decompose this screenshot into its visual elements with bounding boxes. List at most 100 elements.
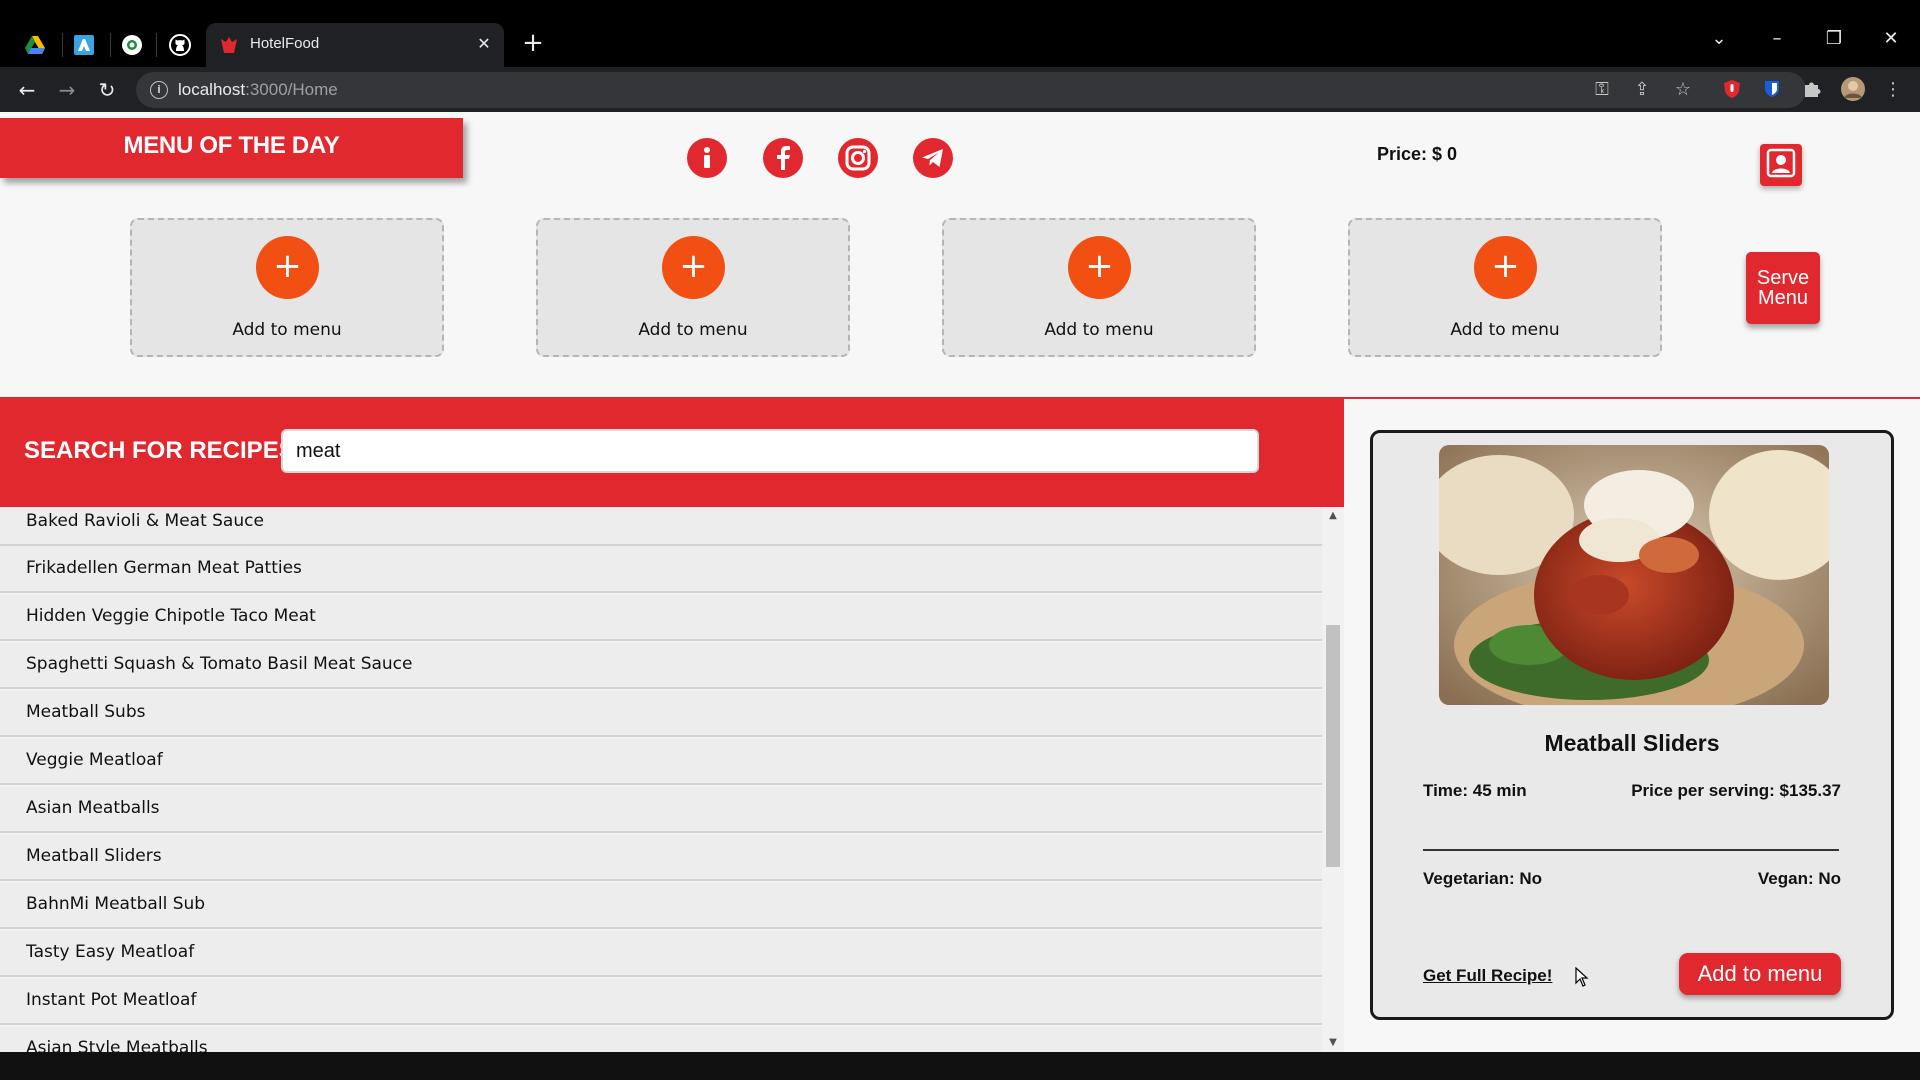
plus-icon[interactable]: + (662, 236, 725, 299)
search-label: SEARCH FOR RECIPES (24, 437, 295, 464)
list-item[interactable]: Asian Style Meatballs (0, 1026, 1322, 1052)
tab-title: HotelFood (250, 35, 320, 52)
user-icon (1766, 148, 1796, 182)
list-item-label: Instant Pot Meatloaf (26, 990, 197, 1010)
recipe-title: Meatball Sliders (1544, 730, 1720, 756)
bookmark-star-icon[interactable]: ☆ (1670, 76, 1696, 102)
list-item[interactable]: BahnMi Meatball Sub (0, 882, 1322, 929)
browser-toolbar: ← → ↻ i localhost:3000/Home ⚿ ⇪ ☆ ⋮ (0, 67, 1920, 112)
list-item-label: Asian Meatballs (26, 798, 160, 818)
list-item[interactable]: Hidden Veggie Chipotle Taco Meat (0, 594, 1322, 641)
tab-separator (110, 33, 111, 57)
recipe-vegan: Vegan: No (1757, 869, 1841, 888)
list-item-label: Hidden Veggie Chipotle Taco Meat (26, 606, 316, 626)
plus-icon[interactable]: + (256, 236, 319, 299)
tab-search-icon[interactable]: ⌄ (1704, 28, 1734, 49)
recipe-time: Time: 45 min (1423, 781, 1527, 800)
hotelfood-logo-icon (220, 36, 238, 58)
forward-icon[interactable]: → (54, 77, 80, 103)
restore-icon[interactable]: ❐ (1819, 28, 1849, 49)
url-text: localhost:3000/Home (178, 80, 338, 100)
add-to-menu-button[interactable]: Add to menu (1679, 953, 1841, 995)
list-item-label: Veggie Meatloaf (26, 750, 163, 770)
extension-shield-icon[interactable] (1719, 76, 1745, 102)
extensions-puzzle-icon[interactable] (1799, 76, 1825, 102)
tab-separator (62, 33, 63, 57)
instagram-icon[interactable] (838, 138, 878, 178)
url-path: :3000/Home (245, 80, 338, 99)
tab-hotelfood[interactable]: HotelFood ✕ (206, 23, 504, 67)
recipe-detail-card: Meatball Sliders Time: 45 min Price per … (1370, 430, 1894, 1020)
reload-icon[interactable]: ↻ (94, 77, 120, 103)
menu-slot[interactable]: + Add to menu (1348, 218, 1662, 357)
taskbar-edge (0, 1052, 1920, 1080)
list-item[interactable]: Spaghetti Squash & Tomato Basil Meat Sau… (0, 642, 1322, 689)
results-scrollbar[interactable]: ▲ ▼ (1322, 507, 1344, 1052)
scrollbar-thumb[interactable] (1326, 625, 1340, 867)
plus-icon[interactable]: + (1474, 236, 1537, 299)
site-info-icon[interactable]: i (150, 81, 168, 99)
close-window-icon[interactable]: ✕ (1876, 28, 1906, 49)
github-icon[interactable] (162, 27, 198, 63)
menu-slot[interactable]: + Add to menu (130, 218, 444, 357)
share-icon[interactable]: ⇪ (1629, 76, 1655, 102)
list-item-label: Asian Style Meatballs (26, 1038, 208, 1052)
list-item[interactable]: Baked Ravioli & Meat Sauce (0, 507, 1322, 546)
minimize-icon[interactable]: – (1762, 28, 1792, 49)
tab-separator (156, 33, 157, 57)
menu-slot-label: Add to menu (638, 320, 748, 340)
serve-menu-button[interactable]: Serve Menu (1746, 252, 1820, 324)
list-item[interactable]: Meatball Subs (0, 690, 1322, 737)
telegram-icon[interactable] (913, 138, 953, 178)
password-key-icon[interactable]: ⚿ (1589, 76, 1615, 102)
profile-button[interactable] (1760, 144, 1802, 186)
mouse-cursor-icon (1575, 966, 1589, 991)
chrome-menu-icon[interactable]: ⋮ (1880, 76, 1906, 102)
hotelfood-app: MENU OF THE DAY Price: $ 0 + Add to menu… (0, 112, 1920, 1052)
menu-slot[interactable]: + Add to menu (942, 218, 1256, 357)
plus-icon[interactable]: + (1068, 236, 1131, 299)
address-bar[interactable]: i localhost:3000/Home (136, 72, 1806, 108)
scroll-down-icon[interactable]: ▼ (1322, 1034, 1344, 1052)
list-item-label: Spaghetti Squash & Tomato Basil Meat Sau… (26, 654, 413, 674)
recipe-vegetarian: Vegetarian: No (1423, 869, 1543, 888)
search-bar: SEARCH FOR RECIPES (0, 399, 1344, 507)
menu-slot[interactable]: + Add to menu (536, 218, 850, 357)
browser-tab-bar: HotelFood ✕ + ⌄ – ❐ ✕ (0, 0, 1920, 67)
list-item-label: Tasty Easy Meatloaf (26, 942, 195, 962)
azure-icon[interactable] (66, 27, 102, 63)
new-tab-icon[interactable]: + (520, 30, 546, 56)
list-item[interactable]: Tasty Easy Meatloaf (0, 930, 1322, 977)
recipe-results-list: Baked Ravioli & Meat Sauce Frikadellen G… (0, 507, 1322, 1052)
list-item-label: Meatball Subs (26, 702, 146, 722)
list-item-label: Meatball Sliders (26, 846, 162, 866)
scroll-up-icon[interactable]: ▲ (1322, 507, 1344, 525)
menu-slot-label: Add to menu (1450, 320, 1560, 340)
facebook-icon[interactable] (763, 138, 803, 178)
detail-divider (1423, 849, 1839, 851)
close-tab-icon[interactable]: ✕ (474, 34, 494, 54)
chrome-web-icon[interactable] (114, 27, 150, 63)
get-full-recipe-link[interactable]: Get Full Recipe! (1423, 966, 1552, 986)
list-item[interactable]: Instant Pot Meatloaf (0, 978, 1322, 1025)
google-drive-icon[interactable] (17, 27, 53, 63)
list-item-label: Frikadellen German Meat Patties (26, 558, 302, 578)
extension-bitwarden-icon[interactable] (1759, 76, 1785, 102)
serve-menu-label: Serve Menu (1756, 267, 1810, 309)
menu-slot-label: Add to menu (232, 320, 342, 340)
recipe-image (1439, 445, 1829, 705)
list-item[interactable]: Meatball Sliders (0, 834, 1322, 881)
list-item-label: Baked Ravioli & Meat Sauce (26, 511, 264, 531)
menu-of-the-day-banner: MENU OF THE DAY (0, 118, 463, 178)
recipe-price: Price per serving: $135.37 (1631, 781, 1841, 800)
list-item[interactable]: Asian Meatballs (0, 786, 1322, 833)
back-icon[interactable]: ← (14, 77, 40, 103)
profile-avatar-icon[interactable] (1840, 76, 1866, 102)
info-icon[interactable] (687, 138, 727, 178)
list-item[interactable]: Frikadellen German Meat Patties (0, 546, 1322, 593)
search-input[interactable] (281, 429, 1259, 473)
menu-slot-label: Add to menu (1044, 320, 1154, 340)
url-host: localhost (178, 80, 246, 99)
list-item[interactable]: Veggie Meatloaf (0, 738, 1322, 785)
total-price: Price: $ 0 (1377, 144, 1458, 164)
